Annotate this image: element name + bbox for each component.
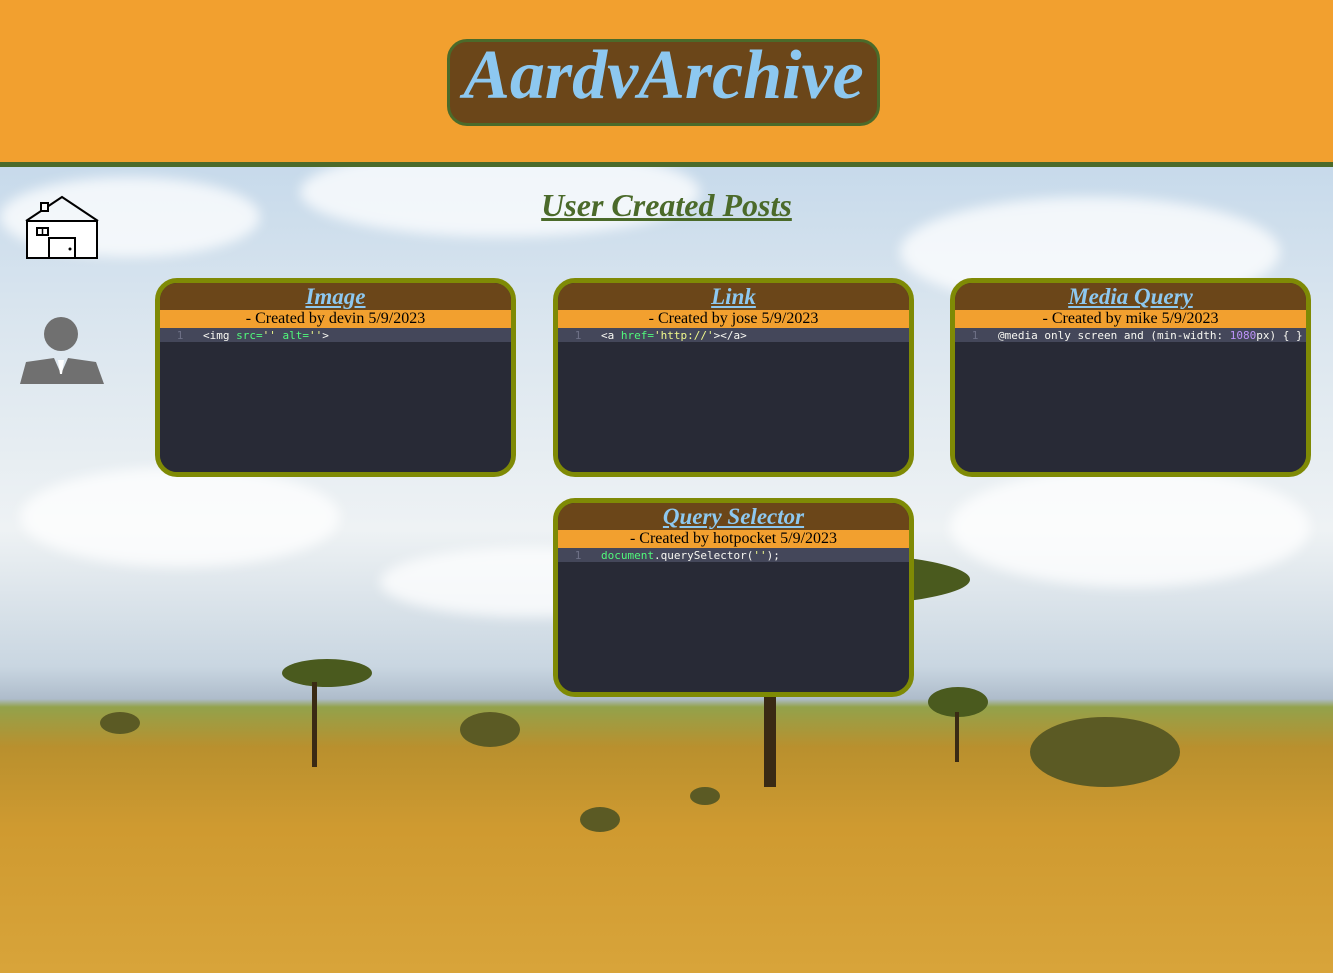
code-token: 'http://' (654, 328, 714, 342)
code-line[interactable]: 1 @media only screen and (min-width: 108… (955, 328, 1306, 342)
site-title[interactable]: AardvArchive (450, 36, 877, 116)
code-text[interactable]: document.querySelector(''); (598, 549, 780, 562)
post-title[interactable]: Image (160, 283, 511, 310)
post-title[interactable]: Query Selector (558, 503, 909, 530)
code-token: '' (309, 328, 323, 342)
page-title: User Created Posts (541, 187, 792, 223)
line-number: 1 (176, 328, 184, 342)
code-token: src= (236, 328, 263, 342)
line-number: 1 (574, 328, 582, 342)
code-token: > (322, 328, 329, 342)
site-header: AardvArchive (0, 0, 1333, 167)
code-token: <a (601, 328, 621, 342)
code-token: px) { } (1256, 328, 1303, 342)
code-text[interactable]: <img src='' alt=''> (200, 329, 329, 342)
logo[interactable]: AardvArchive (447, 36, 880, 126)
code-editor[interactable]: 1 document.querySelector(''); (558, 548, 909, 692)
code-token: @media only screen and (min-width: (998, 328, 1230, 342)
code-line[interactable]: 1 <img src='' alt=''> (160, 328, 511, 342)
line-number: 1 (971, 328, 979, 342)
code-text[interactable]: <a href='http://'></a> (598, 329, 747, 342)
code-token: .querySelector( (653, 548, 754, 562)
post-author-date: - Created by jose 5/9/2023 (558, 310, 909, 328)
code-text[interactable]: @media only screen and (min-width: 1080p… (995, 329, 1303, 342)
code-editor[interactable]: 1 @media only screen and (min-width: 108… (955, 328, 1306, 472)
post-author-date: - Created by mike 5/9/2023 (955, 310, 1306, 328)
post-title[interactable]: Link (558, 283, 909, 310)
post-card[interactable]: Query Selector - Created by hotpocket 5/… (553, 498, 914, 697)
code-token: <img (203, 328, 237, 342)
post-card[interactable]: Media Query - Created by mike 5/9/2023 1… (950, 278, 1311, 477)
post-title[interactable]: Media Query (955, 283, 1306, 310)
post-author-date: - Created by devin 5/9/2023 (160, 310, 511, 328)
code-token: ></a> (713, 328, 747, 342)
code-line[interactable]: 1 document.querySelector(''); (558, 548, 909, 562)
post-card[interactable]: Image - Created by devin 5/9/2023 1 <img… (155, 278, 516, 477)
post-card[interactable]: Link - Created by jose 5/9/2023 1 <a hre… (553, 278, 914, 477)
post-author-date: - Created by hotpocket 5/9/2023 (558, 530, 909, 548)
code-line[interactable]: 1 <a href='http://'></a> (558, 328, 909, 342)
code-token: document (601, 548, 654, 562)
code-editor[interactable]: 1 <img src='' alt=''> (160, 328, 511, 472)
code-token: '' (753, 548, 767, 562)
line-number: 1 (574, 548, 582, 562)
code-token: '' (262, 328, 276, 342)
code-editor[interactable]: 1 <a href='http://'></a> (558, 328, 909, 472)
code-token: href= (620, 328, 654, 342)
user-profile-icon[interactable] (18, 316, 106, 386)
code-token: 1080 (1229, 328, 1257, 342)
code-token: ); (766, 548, 780, 562)
code-token: alt= (275, 328, 309, 342)
